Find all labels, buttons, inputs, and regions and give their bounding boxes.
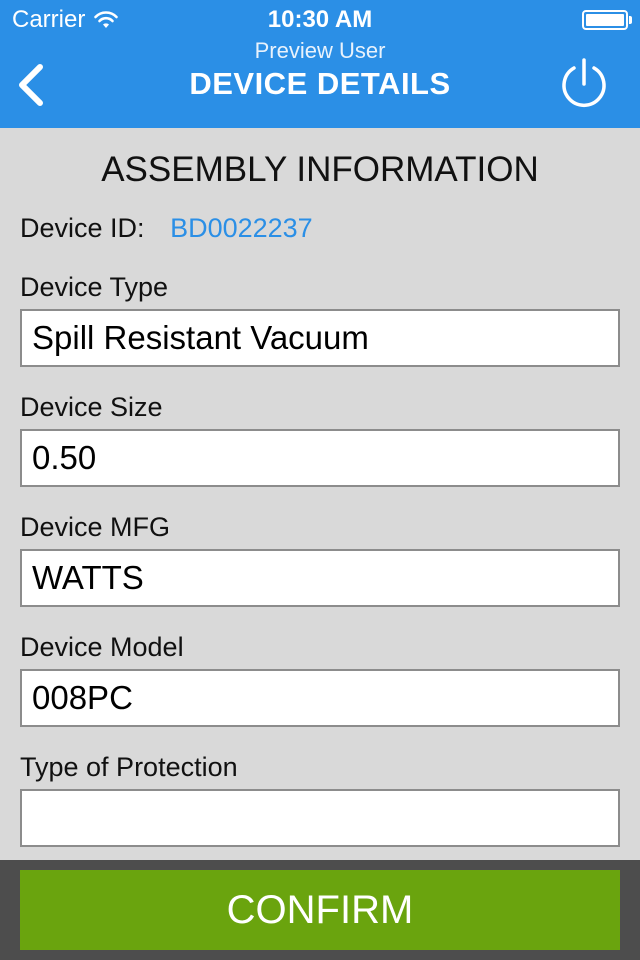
device-size-field[interactable]: 0.50 [20, 429, 620, 487]
type-of-protection-field[interactable] [20, 789, 620, 847]
footer-bar: CONFIRM [0, 860, 640, 960]
device-type-field[interactable]: Spill Resistant Vacuum [20, 309, 620, 367]
device-details-screen: Carrier 10:30 AM Preview User DEVICE DET… [0, 0, 640, 960]
device-id-value: BD0022237 [170, 213, 313, 243]
device-mfg-label: Device MFG [20, 512, 171, 542]
power-button[interactable] [556, 56, 612, 112]
device-mfg-field[interactable]: WATTS [20, 549, 620, 607]
battery-icon [582, 10, 632, 30]
device-model-field[interactable]: 008PC [20, 669, 620, 727]
device-type-label: Device Type [20, 272, 169, 302]
nav-header: Carrier 10:30 AM Preview User DEVICE DET… [0, 0, 640, 128]
device-size-label: Device Size [20, 392, 163, 422]
type-of-protection-label: Type of Protection [20, 752, 238, 782]
status-bar: Carrier 10:30 AM [0, 0, 640, 40]
nav-subtitle: Preview User [254, 38, 386, 63]
status-time: 10:30 AM [267, 6, 373, 33]
device-id-label: Device ID: [20, 213, 145, 243]
device-model-label: Device Model [20, 632, 184, 662]
power-icon [562, 58, 606, 107]
device-id-row: Device ID: BD0022237 [20, 213, 313, 244]
page-title: DEVICE DETAILS [189, 66, 451, 101]
battery-fill [586, 14, 624, 26]
section-title: ASSEMBLY INFORMATION [101, 150, 539, 189]
confirm-button[interactable]: CONFIRM [20, 870, 620, 950]
battery-tip [629, 16, 632, 24]
